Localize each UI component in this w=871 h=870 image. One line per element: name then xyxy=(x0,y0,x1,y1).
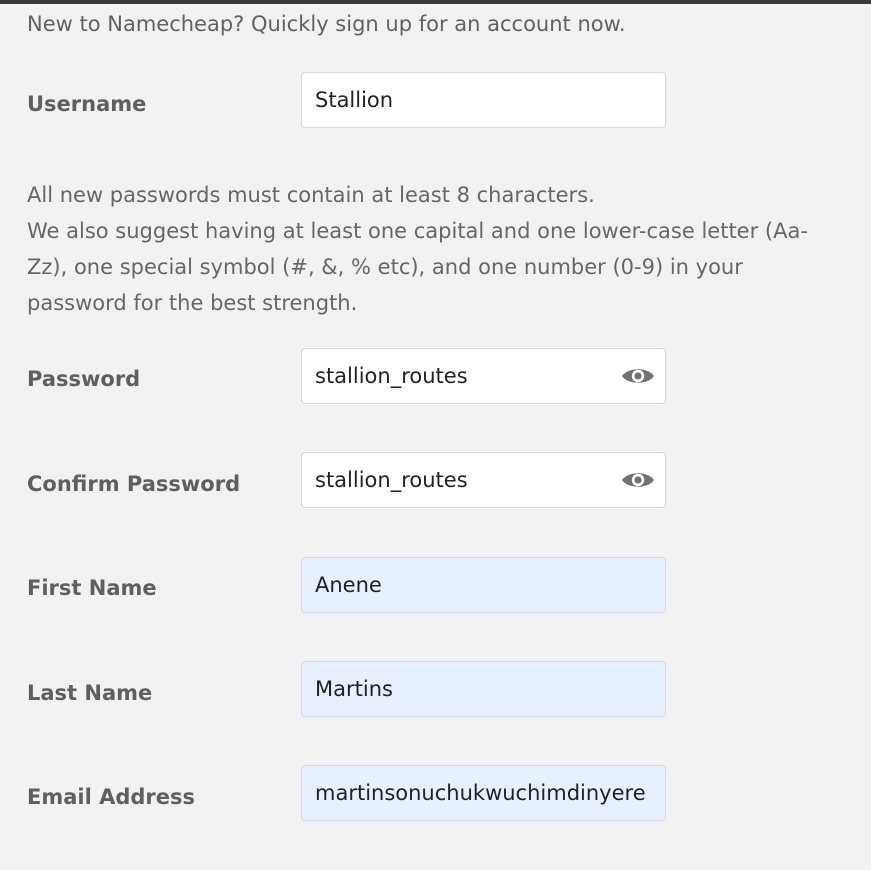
password-suggestion-text: We also suggest having at least one capi… xyxy=(27,219,808,315)
password-label: Password xyxy=(27,367,141,391)
password-requirements: All new passwords must contain at least … xyxy=(27,177,847,321)
eye-icon[interactable] xyxy=(621,364,655,388)
password-field[interactable] xyxy=(301,348,666,404)
email-label: Email Address xyxy=(27,785,196,809)
confirm-password-field[interactable] xyxy=(301,452,666,508)
username-label: Username xyxy=(27,92,147,116)
first-name-label: First Name xyxy=(27,576,157,600)
first-name-input[interactable] xyxy=(315,573,652,597)
confirm-password-input[interactable] xyxy=(315,468,621,492)
password-requirement-line: All new passwords must contain at least … xyxy=(27,183,595,207)
confirm-password-label: Confirm Password xyxy=(27,472,241,496)
top-bar xyxy=(0,0,871,4)
eye-icon[interactable] xyxy=(621,468,655,492)
password-input[interactable] xyxy=(315,364,621,388)
last-name-input[interactable] xyxy=(315,677,652,701)
username-input[interactable] xyxy=(315,88,652,112)
email-input[interactable] xyxy=(315,781,652,805)
username-field[interactable] xyxy=(301,72,666,128)
email-field[interactable] xyxy=(301,765,666,821)
first-name-field[interactable] xyxy=(301,557,666,613)
last-name-label: Last Name xyxy=(27,681,153,705)
last-name-field[interactable] xyxy=(301,661,666,717)
signup-intro: New to Namecheap? Quickly sign up for an… xyxy=(27,12,626,36)
